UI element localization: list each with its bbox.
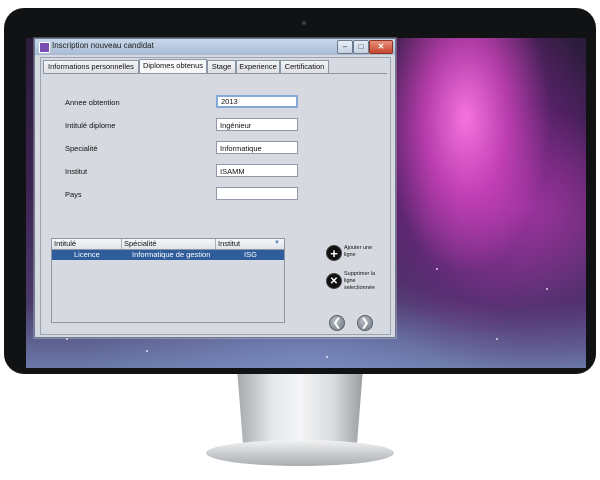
add-row-label: Ajouter une ligne [344,245,373,258]
app-icon [39,42,50,53]
close-button[interactable]: ✕ [369,40,393,54]
pays-input[interactable] [216,187,298,200]
cell-intitule: Licence [74,250,100,259]
diplomes-table: Intitulé Spécialité Institut ▼ Licence I… [51,238,285,323]
specialite-label: Specialité [65,144,98,153]
institut-label: Institut [65,167,88,176]
table-row[interactable]: Licence Informatique de gestion ISG [52,250,284,260]
cell-institut: ISG [244,250,257,259]
application-window: Inscription nouveau candidat – □ ✕ Infor… [34,38,396,338]
tab-diplomes-obtenus[interactable]: Diplomes obtenus [139,59,207,74]
camera-dot [302,21,306,25]
sort-arrow-icon[interactable]: ▼ [274,240,280,246]
title-bar[interactable]: Inscription nouveau candidat – □ ✕ [35,39,395,55]
minimize-button[interactable]: – [337,40,353,54]
column-header-specialite[interactable]: Spécialité [122,239,216,249]
delete-row-label: Supprimer la ligne selectionnée [344,271,376,291]
annee-input[interactable]: 2013 [216,95,298,108]
monitor-base [206,440,394,466]
intitule-input[interactable]: Ingénieur [216,118,298,131]
cell-specialite: Informatique de gestion [132,250,211,259]
plus-circle-icon: + [326,245,342,261]
x-circle-icon: ✕ [326,273,342,289]
diplomes-panel: Annee obtention 2013 Intitulé diplome In… [43,73,387,332]
tab-informations-personnelles[interactable]: Informations personnelles [43,60,139,73]
annee-label: Annee obtention [65,98,120,107]
institut-input[interactable]: ISAMM [216,164,298,177]
next-button[interactable]: ❯ [357,315,373,331]
column-header-intitule[interactable]: Intitulé [52,239,122,249]
tab-stage[interactable]: Stage [207,60,236,73]
tab-experience[interactable]: Experience [236,60,280,73]
table-header: Intitulé Spécialité Institut ▼ [52,239,284,250]
pays-label: Pays [65,190,82,199]
content-area: Informations personnelles Diplomes obten… [40,57,391,335]
window-title: Inscription nouveau candidat [52,41,154,50]
previous-button[interactable]: ❮ [329,315,345,331]
intitule-label: Intitulé diplome [65,121,116,130]
specialite-input[interactable]: Informatique [216,141,298,154]
maximize-button[interactable]: □ [353,40,369,54]
tab-certification[interactable]: Certification [280,60,329,73]
